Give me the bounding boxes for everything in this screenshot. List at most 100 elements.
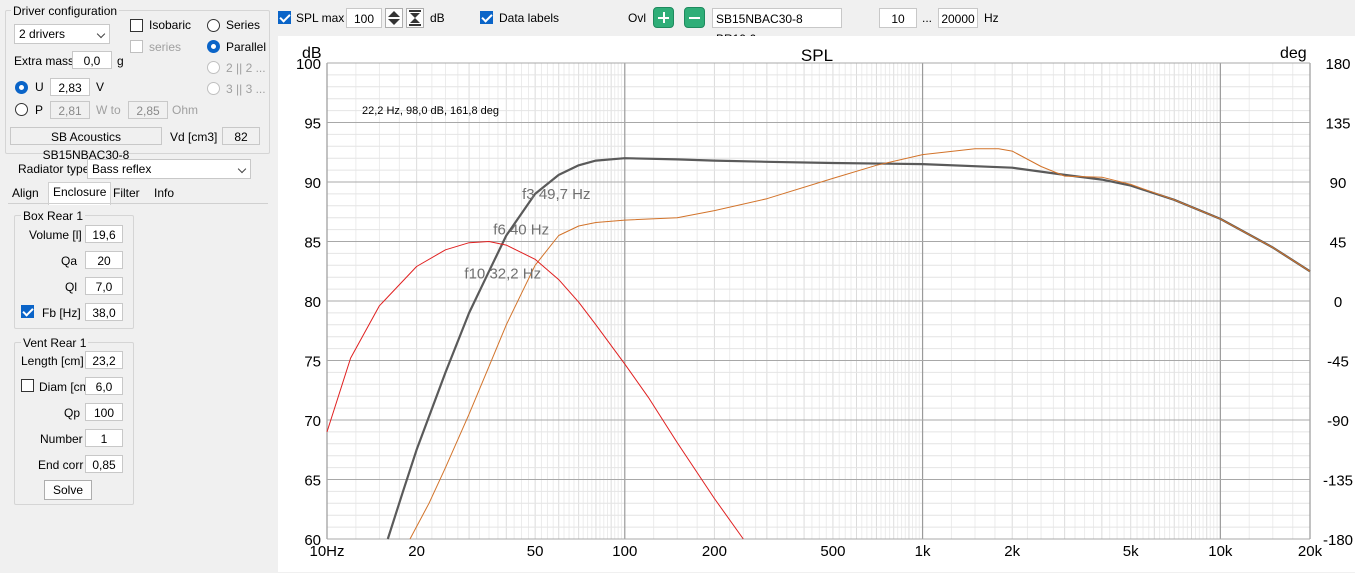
spl-max-checkbox[interactable] (278, 11, 291, 24)
add-overlay-button[interactable] (653, 7, 674, 28)
qp-field[interactable]: 100 (85, 403, 123, 421)
y-tick-label: 60 (304, 532, 321, 549)
tab-info[interactable]: Info (150, 184, 178, 203)
frequency-annotation: f10 32,2 Hz (464, 266, 541, 283)
ql-field[interactable]: 7,0 (85, 277, 123, 295)
chevron-down-icon (96, 29, 106, 39)
box-rear-title: Box Rear 1 (21, 209, 86, 223)
vd-label: Vd [cm3] (170, 130, 218, 144)
frequency-annotation: f3 49,7 Hz (522, 186, 590, 203)
vd-field[interactable]: 82 (222, 127, 260, 145)
volume-label: Volume [l] (29, 228, 82, 242)
y2-tick-label: 135 (1325, 116, 1350, 133)
series-radio[interactable] (207, 19, 220, 32)
annotations: f3 49,7 Hz f6 40 Hz f10 32,2 Hz (464, 186, 590, 283)
x-tick-label: 20k (1298, 543, 1323, 560)
ohm-field[interactable]: 2,85 (128, 101, 168, 119)
y2-tick-label: 180 (1325, 56, 1350, 73)
isobaric-label: Isobaric (149, 18, 192, 32)
fb-label: Fb [Hz] (42, 306, 81, 320)
end-corr-field[interactable]: 0,85 (85, 455, 123, 473)
data-labels-label: Data labels (499, 11, 560, 25)
remove-overlay-button[interactable] (684, 7, 705, 28)
end-corr-label: End corr (38, 458, 84, 472)
length-label: Length [cm] (21, 354, 84, 368)
fb-checkbox[interactable] (21, 305, 34, 318)
y-tick-label: 65 (304, 473, 321, 490)
u-unit: V (96, 80, 105, 94)
y-axis-left-label: dB (302, 45, 322, 62)
opt2-radio[interactable] (207, 61, 220, 74)
fb-field[interactable]: 38,0 (85, 303, 123, 321)
driver-name-field[interactable]: SB Acoustics SB15NBAC30-8 (10, 127, 162, 162)
data-labels-checkbox[interactable] (480, 11, 493, 24)
x-tick-label: 500 (820, 543, 845, 560)
drivers-select[interactable]: 2 drivers (14, 24, 110, 44)
driver-config-title: Driver configuration (11, 4, 120, 18)
ohm-unit: Ohm (172, 103, 199, 117)
u-field[interactable]: 2,83 (50, 78, 90, 96)
diam-field[interactable]: 6,0 (85, 377, 123, 395)
tab-filter[interactable]: Filter (109, 184, 144, 203)
diam-checkbox[interactable] (21, 379, 34, 392)
up-down-arrows-icon (388, 11, 400, 25)
y-tick-label: 95 (304, 116, 321, 133)
extra-mass-field[interactable]: 0,0 (72, 51, 112, 69)
qa-field[interactable]: 20 (85, 251, 123, 269)
cursor-readout: 22,2 Hz, 98,0 dB, 161,8 deg (362, 105, 499, 117)
opt3-radio-label: 3 || 3 ... (226, 82, 266, 96)
freq-max-field[interactable]: 20000 (938, 8, 978, 28)
series-checkbox-label: series (149, 40, 182, 54)
w-to-label: W to (96, 103, 121, 117)
y-tick-label: 70 (304, 413, 321, 430)
opt2-radio-label: 2 || 2 ... (226, 61, 266, 75)
p-radio[interactable] (15, 103, 28, 116)
x-tick-label: 20 (408, 543, 425, 560)
y2-tick-label: -45 (1327, 354, 1349, 371)
minus-icon (689, 17, 700, 19)
tick-labels: 10Hz 20 50 100 200 500 1k 2k 5k 10k 20k10095908580… (296, 56, 1353, 560)
frequency-annotation: f6 40 Hz (493, 222, 549, 239)
drivers-select-value: 2 drivers (19, 27, 66, 41)
spl-max-field[interactable]: 100 (346, 8, 382, 28)
radiator-type-value: Bass reflex (92, 162, 152, 176)
extra-mass-label: Extra mass (14, 54, 75, 68)
spl-overlay-curve (409, 148, 1311, 540)
freq-unit: Hz (984, 11, 999, 25)
extra-mass-unit: g (117, 54, 124, 68)
opt3-radio[interactable] (207, 82, 220, 95)
y-axis-right-label: deg (1280, 45, 1307, 62)
solve-button[interactable]: Solve (44, 480, 92, 500)
collapse-button[interactable] (406, 8, 424, 28)
y2-tick-label: -90 (1327, 413, 1349, 430)
ql-label: Ql (65, 280, 77, 294)
chevron-down-icon (237, 164, 247, 174)
spl-chart[interactable]: 10Hz 20 50 100 200 500 1k 2k 5k 10k 20k10095908580… (278, 36, 1355, 572)
qa-label: Qa (61, 254, 78, 268)
series-checkbox[interactable] (130, 40, 143, 53)
radiator-type-label: Radiator type (18, 162, 90, 176)
x-tick-label: 2k (1004, 543, 1020, 560)
y2-tick-label: 90 (1330, 175, 1347, 192)
y-tick-label: 80 (304, 294, 321, 311)
isobaric-checkbox[interactable] (130, 19, 143, 32)
tab-align[interactable]: Align (8, 184, 43, 203)
spin-up-down-button[interactable] (385, 8, 403, 28)
x-tick-label: 50 (527, 543, 544, 560)
parallel-radio[interactable] (207, 40, 220, 53)
volume-field[interactable]: 19,6 (85, 225, 123, 243)
x-tick-label: 100 (612, 543, 637, 560)
y-tick-label: 90 (304, 175, 321, 192)
number-field[interactable]: 1 (85, 429, 123, 447)
x-tick-label: 10k (1208, 543, 1233, 560)
y-tick-label: 75 (304, 354, 321, 371)
tab-enclosure[interactable]: Enclosure (48, 182, 112, 205)
y-tick-label: 85 (304, 235, 321, 252)
length-field[interactable]: 23,2 (85, 351, 123, 369)
u-radio[interactable] (15, 81, 28, 94)
qp-label: Qp (64, 406, 81, 420)
radiator-type-select[interactable]: Bass reflex (87, 159, 251, 179)
p-field[interactable]: 2,81 (50, 101, 90, 119)
freq-min-field[interactable]: 10 (879, 8, 917, 28)
overlay-name-field[interactable]: SB15NBAC30-8 BR19,6 (712, 8, 842, 46)
